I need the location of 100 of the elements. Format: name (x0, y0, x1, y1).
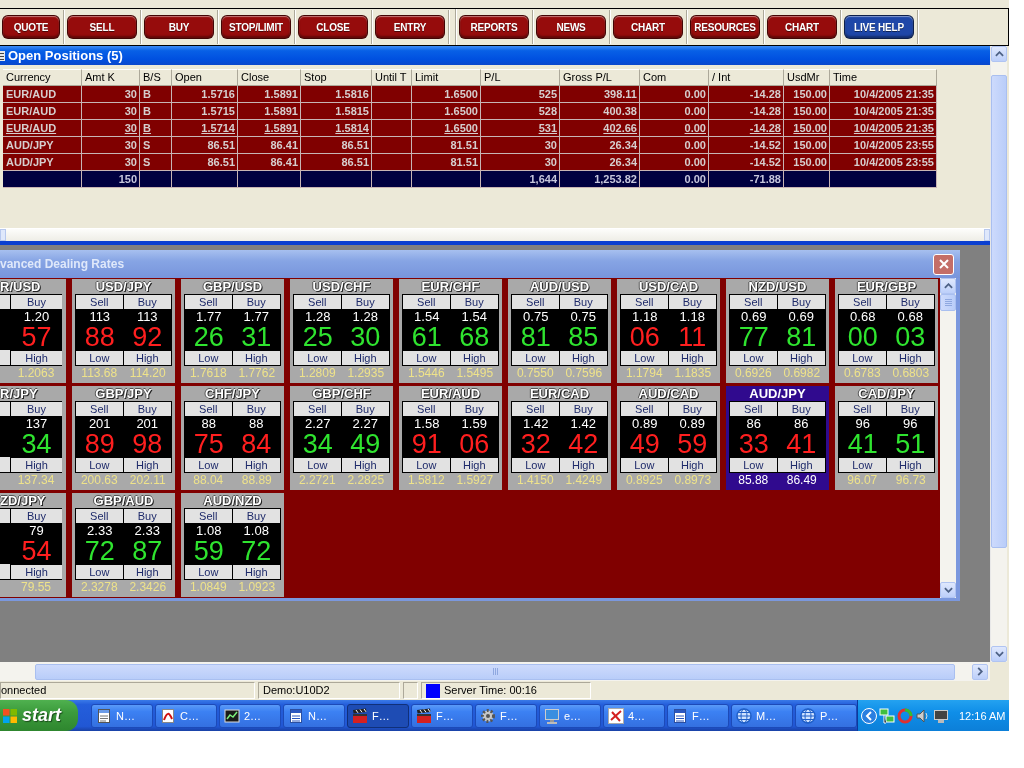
rate-tile[interactable]: ZD/JPY Buy 79 54 High 79.55 (0, 493, 66, 597)
column-header[interactable]: Time (830, 69, 937, 86)
close-icon (938, 259, 949, 269)
column-header[interactable]: Com (640, 69, 709, 86)
rate-tile[interactable]: CHF/JPY Sell Buy 88 88 75 84 Low High 88.04 88.89 (181, 386, 284, 490)
position-row[interactable]: AUD/JPY 30 S 86.51 86.41 86.51 81.51 30 26.34 0.00 -14.52 150.00 10/4/2005 23:55 (3, 154, 937, 171)
rate-tile[interactable]: AUD/NZD Sell Buy 1.08 1.08 59 72 Low High 1.0849 1.0923 (181, 493, 284, 597)
column-header[interactable]: Gross P/L (560, 69, 640, 86)
scroll-down-button[interactable] (991, 646, 1007, 662)
column-header[interactable]: P/L (481, 69, 560, 86)
toolbar-button[interactable]: REPORTS (459, 15, 529, 39)
toolbar-button[interactable]: BUY (144, 15, 214, 39)
currency-pair: USD/JPY (94, 279, 153, 294)
buy-label: Buy (777, 295, 825, 310)
buy-label: Buy (341, 295, 389, 310)
sell-label: Sell (730, 402, 778, 417)
column-header[interactable]: Close (238, 69, 301, 86)
low-value: 0.8925 (624, 473, 664, 488)
column-header[interactable]: Currency (3, 69, 82, 86)
low-value: 88.04 (192, 473, 225, 488)
rate-tile[interactable]: R/JPY Buy 137 34 High 137.34 (0, 386, 66, 490)
toolbar-button[interactable]: CHART (767, 15, 837, 39)
toolbar-button[interactable]: SELL (67, 15, 137, 39)
scroll-right-button[interactable] (972, 663, 988, 680)
currency-pair: AUD/USD (528, 279, 591, 294)
taskbar-button[interactable]: C… (154, 703, 217, 728)
column-header[interactable]: Stop (301, 69, 372, 86)
vertical-scrollbar[interactable] (940, 278, 956, 598)
rate-tile[interactable]: EUR/AUD Sell Buy 1.58 1.59 91 06 Low High 1.5812 1.5927 (399, 386, 502, 490)
scrollbar-grip[interactable] (984, 229, 990, 241)
column-header[interactable]: UsdMr (784, 69, 830, 86)
rate-tile[interactable]: USD/CAD Sell Buy 1.18 1.18 06 11 Low High 1.1794 1.1835 (617, 279, 720, 383)
toolbar-button[interactable]: CHART (613, 15, 683, 39)
taskbar-button[interactable]: M… (730, 703, 793, 728)
horizontal-scrollbar[interactable] (0, 662, 990, 681)
taskbar-button[interactable]: F… (346, 703, 409, 728)
rate-tile[interactable]: AUD/JPY Sell Buy 86 86 33 41 Low High 85.88 86.49 (726, 386, 829, 490)
rate-tile[interactable]: GBP/USD Sell Buy 1.77 1.77 26 31 Low High 1.7618 1.7762 (181, 279, 284, 383)
scroll-up-button[interactable] (991, 46, 1007, 62)
taskbar-button[interactable]: P… (794, 703, 857, 728)
toolbar-button[interactable]: RESOURCES (690, 15, 760, 39)
column-header[interactable]: B/S (140, 69, 172, 86)
monitor-icon[interactable] (932, 707, 949, 724)
scroll-down-button[interactable] (940, 582, 956, 598)
rate-tile[interactable]: CAD/JPY Sell Buy 96 96 41 51 Low High 96.07 96.73 (835, 386, 938, 490)
rate-tile[interactable]: NZD/USD Sell Buy 0.69 0.69 77 81 Low High 0.6926 0.6982 (726, 279, 829, 383)
scroll-up-button[interactable] (940, 278, 956, 294)
taskbar-button[interactable]: F… (474, 703, 537, 728)
position-row[interactable]: AUD/JPY 30 S 86.51 86.41 86.51 81.51 30 26.34 0.00 -14.52 150.00 10/4/2005 23:55 (3, 137, 937, 154)
position-row[interactable]: EUR/AUD 30 B 1.5715 1.5891 1.5815 1.6500 528 400.38 0.00 -14.28 150.00 10/4/2005 21:35 (3, 103, 937, 120)
high-value: 1.0923 (237, 580, 277, 595)
rate-tile[interactable]: R/USD Buy 1.20 57 High 1.2063 (0, 279, 66, 383)
chevron-left-icon[interactable] (860, 707, 877, 724)
rate-tile[interactable]: EUR/CHF Sell Buy 1.54 1.54 61 68 Low High 1.5446 1.5495 (399, 279, 502, 383)
rate-tile[interactable]: EUR/GBP Sell Buy 0.68 0.68 00 03 Low High 0.6783 0.6803 (835, 279, 938, 383)
buy-label: Buy (777, 402, 825, 417)
toolbar-button[interactable]: ENTRY (375, 15, 445, 39)
rate-tile[interactable]: AUD/CAD Sell Buy 0.89 0.89 49 59 Low High 0.8925 0.8973 (617, 386, 720, 490)
toolbar-button[interactable]: STOP/LIMIT (221, 15, 291, 39)
column-header[interactable]: Amt K (82, 69, 140, 86)
rate-tile[interactable]: GBP/JPY Sell Buy 201 201 89 98 Low High 200.63 202.11 (72, 386, 175, 490)
sell-label: Sell (730, 295, 778, 310)
taskbar-button[interactable]: 4… (602, 703, 665, 728)
column-header[interactable]: Open (172, 69, 238, 86)
scrollbar-grip[interactable] (0, 229, 6, 241)
column-header[interactable]: Until T (372, 69, 412, 86)
ring-icon[interactable] (896, 707, 913, 724)
big-figure: 113 (123, 310, 171, 324)
toolbar-button[interactable]: CLOSE (298, 15, 368, 39)
taskbar-button[interactable]: N… (282, 703, 345, 728)
rate-tile[interactable]: USD/CHF Sell Buy 1.28 1.28 25 30 Low High 1.2809 1.2935 (290, 279, 393, 383)
rate-tile[interactable]: AUD/USD Sell Buy 0.75 0.75 81 85 Low High 0.7550 0.7596 (508, 279, 611, 383)
network-icon[interactable] (878, 707, 895, 724)
rate-tile[interactable]: USD/JPY Sell Buy 113 113 88 92 Low High 113.68 114.20 (72, 279, 175, 383)
taskbar-button[interactable]: N… (90, 703, 153, 728)
toolbar-button[interactable]: QUOTE (2, 15, 60, 39)
position-row[interactable]: EUR/AUD 30 B 1.5714 1.5891 1.5814 1.6500 531 402.66 0.00 -14.28 150.00 10/4/2005 21:35 (3, 120, 937, 137)
taskbar-button[interactable]: e… (538, 703, 601, 728)
vertical-scrollbar[interactable] (990, 46, 1007, 662)
taskbar-button[interactable]: F… (666, 703, 729, 728)
column-header[interactable]: / Int (709, 69, 784, 86)
taskbar-button[interactable]: 2… (218, 703, 281, 728)
horizontal-scrollbar[interactable] (0, 228, 990, 241)
start-button[interactable]: start (0, 700, 78, 731)
pips: 49 (621, 431, 669, 457)
rate-tile[interactable]: GBP/AUD Sell Buy 2.33 2.33 72 87 Low High 2.3278 2.3426 (72, 493, 175, 597)
toolbar-button[interactable]: LIVE HELP (844, 15, 914, 39)
table-cell: 0.00 (640, 171, 709, 188)
rate-tile[interactable]: EUR/CAD Sell Buy 1.42 1.42 32 42 Low High 1.4150 1.4249 (508, 386, 611, 490)
column-header[interactable]: Limit (412, 69, 481, 86)
toolbar-button[interactable]: NEWS (536, 15, 606, 39)
scrollbar-thumb[interactable] (940, 294, 956, 311)
currency-pair: USD/CHF (311, 279, 372, 294)
position-row[interactable]: EUR/AUD 30 B 1.5716 1.5891 1.5816 1.6500 525 398.11 0.00 -14.28 150.00 10/4/2005 21:35 (3, 86, 937, 103)
close-button[interactable] (933, 253, 954, 275)
rate-tile[interactable]: GBP/CHF Sell Buy 2.27 2.27 34 49 Low High 2.2721 2.2825 (290, 386, 393, 490)
taskbar-button[interactable]: F… (410, 703, 473, 728)
speaker-icon[interactable] (914, 707, 931, 724)
scrollbar-thumb[interactable] (35, 663, 955, 680)
scrollbar-thumb[interactable] (991, 75, 1007, 548)
